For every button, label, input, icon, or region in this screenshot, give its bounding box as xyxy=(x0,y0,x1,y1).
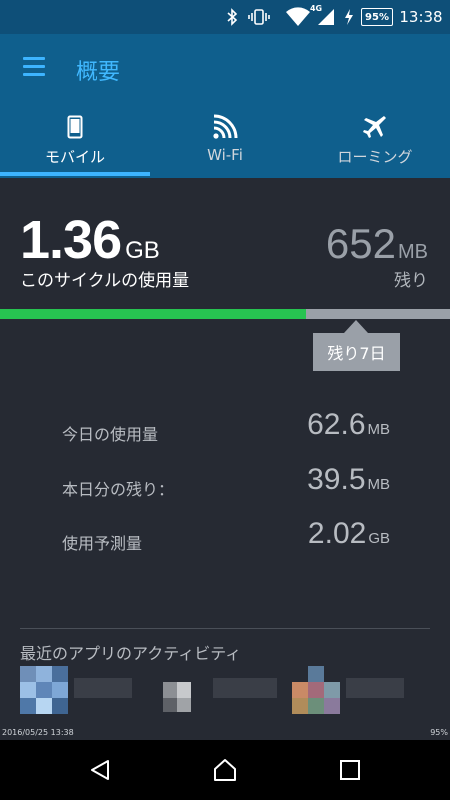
stat-value-today: 62.6 MB xyxy=(307,408,390,442)
section-divider xyxy=(20,628,430,629)
remaining-value: 652 xyxy=(325,220,396,267)
vibrate-icon xyxy=(248,0,270,34)
stat-label-remaining-today: 本日分の残り： xyxy=(62,480,175,499)
used-label: このサイクルの使用量 xyxy=(20,271,190,291)
tab-mobile[interactable]: モバイル xyxy=(0,100,150,178)
status-time: 13:38 xyxy=(399,8,443,26)
back-icon[interactable] xyxy=(70,750,130,790)
wifi-icon xyxy=(284,0,312,34)
used-value: 1.36 xyxy=(20,210,122,270)
screenshot-battery: 95% xyxy=(430,728,448,737)
usage-panel: 1.36 GB このサイクルの使用量 652 MB 残り 残り7日 今日の使用量 6… xyxy=(0,178,450,730)
recent-app-item[interactable] xyxy=(155,666,280,718)
charging-icon xyxy=(342,0,356,34)
stat-number: 2.02 xyxy=(307,517,367,550)
app-bar: 概要 xyxy=(0,34,450,100)
recent-app-item[interactable] xyxy=(292,666,407,718)
days-left-pointer xyxy=(344,320,368,333)
menu-icon[interactable] xyxy=(18,54,48,80)
page-title: 概要 xyxy=(76,60,121,85)
used-unit: GB xyxy=(125,237,160,264)
stat-number: 62.6 xyxy=(307,408,366,441)
tab-wifi[interactable]: Wi-Fi xyxy=(150,100,300,178)
status-bar: 4G 95% 13:38 xyxy=(0,0,450,34)
tab-indicator xyxy=(0,172,150,176)
screenshot-timestamp: 2016/05/25 13:38 xyxy=(2,728,74,737)
remaining-unit: MB xyxy=(398,241,428,263)
navigation-bar xyxy=(0,740,450,800)
battery-percent: 95% xyxy=(361,8,393,26)
stat-label-forecast: 使用予測量 xyxy=(62,534,143,553)
stat-value-remaining-today: 39.5 MB xyxy=(307,463,390,497)
stat-unit: MB xyxy=(367,421,391,438)
phone-icon xyxy=(0,112,150,142)
tab-label: ローミング xyxy=(337,148,413,166)
recent-activity-title: 最近のアプリのアクティビティ xyxy=(20,644,242,663)
usage-progress-fill xyxy=(0,309,306,319)
recent-app-item[interactable] xyxy=(20,666,135,718)
stat-unit: MB xyxy=(367,476,391,493)
tab-bar: モバイル Wi-Fi ローミング xyxy=(0,100,450,178)
stat-unit: GB xyxy=(368,530,390,547)
airplane-icon xyxy=(300,112,450,142)
tab-label: モバイル xyxy=(44,148,105,166)
stat-number: 39.5 xyxy=(307,463,366,496)
battery-icon: 95% xyxy=(360,0,394,34)
remaining-label: 残り xyxy=(394,271,428,291)
bluetooth-icon xyxy=(224,0,240,34)
recents-icon[interactable] xyxy=(320,750,380,790)
days-left-badge: 残り7日 xyxy=(313,333,400,371)
usage-progress-bar xyxy=(0,309,450,319)
wifi-icon xyxy=(150,112,300,142)
signal-icon xyxy=(316,0,336,34)
stat-label-today: 今日の使用量 xyxy=(62,425,159,444)
tab-roaming[interactable]: ローミング xyxy=(300,100,450,178)
tab-label: Wi-Fi xyxy=(207,146,243,164)
home-icon[interactable] xyxy=(195,750,255,790)
stat-value-forecast: 2.02 GB xyxy=(308,517,390,551)
